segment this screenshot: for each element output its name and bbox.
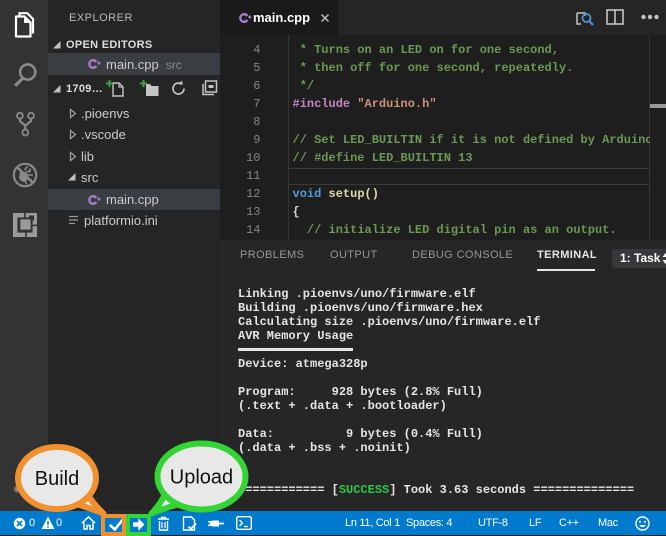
svg-text:Build: Build [35,468,79,490]
svg-text:Upload: Upload [170,467,233,489]
